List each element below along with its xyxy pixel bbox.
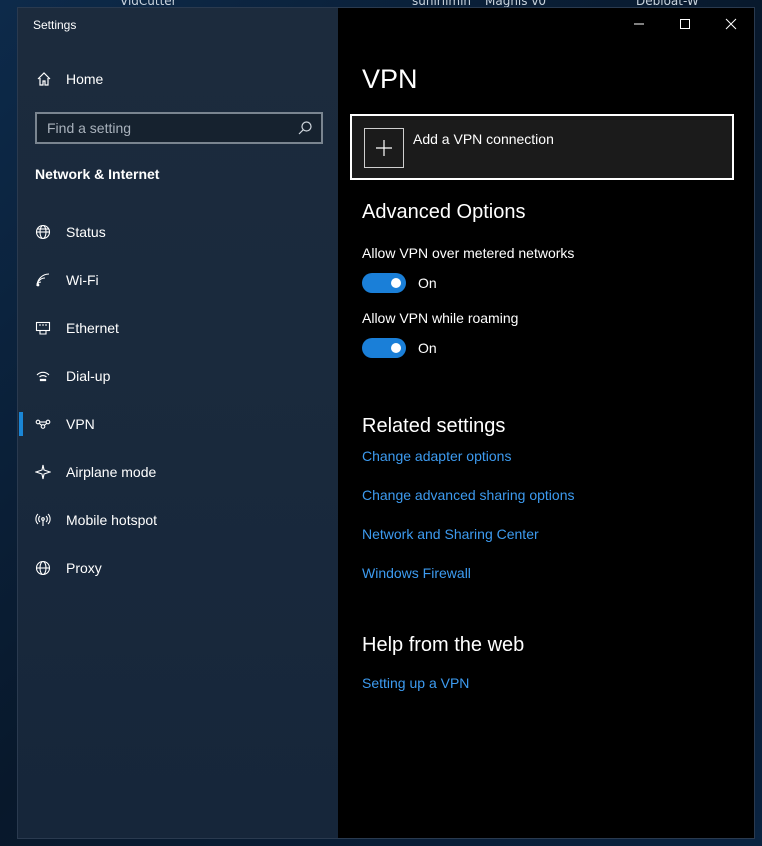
home-icon — [37, 72, 51, 86]
roaming-state: On — [418, 340, 437, 356]
windows-firewall-link[interactable]: Windows Firewall — [362, 565, 471, 581]
sidebar-item-status[interactable]: Status — [18, 208, 338, 256]
search-input[interactable] — [47, 120, 297, 136]
sidebar-item-mobile-hotspot[interactable]: Mobile hotspot — [18, 496, 338, 544]
hotspot-icon — [35, 513, 51, 526]
sidebar-item-vpn[interactable]: VPN — [18, 400, 338, 448]
maximize-button[interactable] — [662, 8, 708, 40]
sidebar-item-airplane-mode[interactable]: Airplane mode — [18, 448, 338, 496]
vpn-icon — [35, 419, 51, 429]
search-icon[interactable] — [297, 120, 313, 136]
plus-icon — [364, 128, 404, 168]
sidebar: Settings Home Network & Internet Status — [18, 8, 338, 838]
add-vpn-connection-button[interactable]: Add a VPN connection — [350, 114, 734, 180]
window-controls — [616, 8, 754, 40]
sidebar-item-ethernet[interactable]: Ethernet — [18, 304, 338, 352]
wifi-icon — [36, 273, 50, 287]
metered-networks-label: Allow VPN over metered networks — [362, 245, 575, 261]
roaming-label: Allow VPN while roaming — [362, 310, 519, 326]
sidebar-item-wifi[interactable]: Wi-Fi — [18, 256, 338, 304]
maximize-icon — [680, 19, 690, 29]
main-content: VPN Add a VPN connection Advanced Option… — [338, 8, 754, 838]
home-label: Home — [66, 71, 104, 87]
globe-status-icon — [35, 224, 51, 240]
toggle-knob — [391, 343, 401, 353]
sidebar-item-label: Mobile hotspot — [66, 512, 158, 528]
home-nav-item[interactable]: Home — [36, 71, 103, 87]
sidebar-item-dialup[interactable]: Dial-up — [18, 352, 338, 400]
related-settings-heading: Related settings — [362, 415, 506, 437]
window-title: Settings — [33, 18, 77, 32]
settings-window: Settings Home Network & Internet Status — [17, 7, 755, 839]
page-title: VPN — [362, 64, 418, 94]
sidebar-item-label: Status — [66, 224, 106, 240]
network-sharing-center-link[interactable]: Network and Sharing Center — [362, 526, 539, 542]
sidebar-nav: Status Wi-Fi Ethernet Dial-up VPN Airpla… — [18, 208, 338, 592]
sidebar-item-label: Airplane mode — [66, 464, 157, 480]
metered-networks-toggle[interactable] — [362, 273, 406, 293]
advanced-options-heading: Advanced Options — [362, 201, 526, 223]
search-box[interactable] — [35, 112, 323, 144]
globe-icon — [35, 560, 51, 576]
roaming-toggle[interactable] — [362, 338, 406, 358]
add-vpn-label: Add a VPN connection — [413, 131, 554, 147]
minimize-button[interactable] — [616, 8, 662, 40]
help-from-web-heading: Help from the web — [362, 634, 525, 656]
sidebar-item-proxy[interactable]: Proxy — [18, 544, 338, 592]
sidebar-item-label: Ethernet — [66, 320, 119, 336]
dialup-icon — [36, 371, 50, 382]
ethernet-icon — [35, 321, 51, 335]
airplane-icon — [35, 464, 51, 480]
sidebar-item-label: Proxy — [66, 560, 102, 576]
sidebar-item-label: Dial-up — [66, 368, 111, 384]
change-advanced-sharing-link[interactable]: Change advanced sharing options — [362, 487, 575, 503]
close-icon — [725, 18, 737, 30]
close-button[interactable] — [708, 8, 754, 40]
section-title: Network & Internet — [35, 166, 160, 182]
sidebar-item-label: VPN — [66, 416, 95, 432]
setting-up-vpn-link[interactable]: Setting up a VPN — [362, 675, 469, 691]
metered-networks-state: On — [418, 275, 437, 291]
sidebar-item-label: Wi-Fi — [66, 272, 99, 288]
change-adapter-options-link[interactable]: Change adapter options — [362, 448, 511, 464]
minimize-icon — [634, 23, 644, 25]
toggle-knob — [391, 278, 401, 288]
